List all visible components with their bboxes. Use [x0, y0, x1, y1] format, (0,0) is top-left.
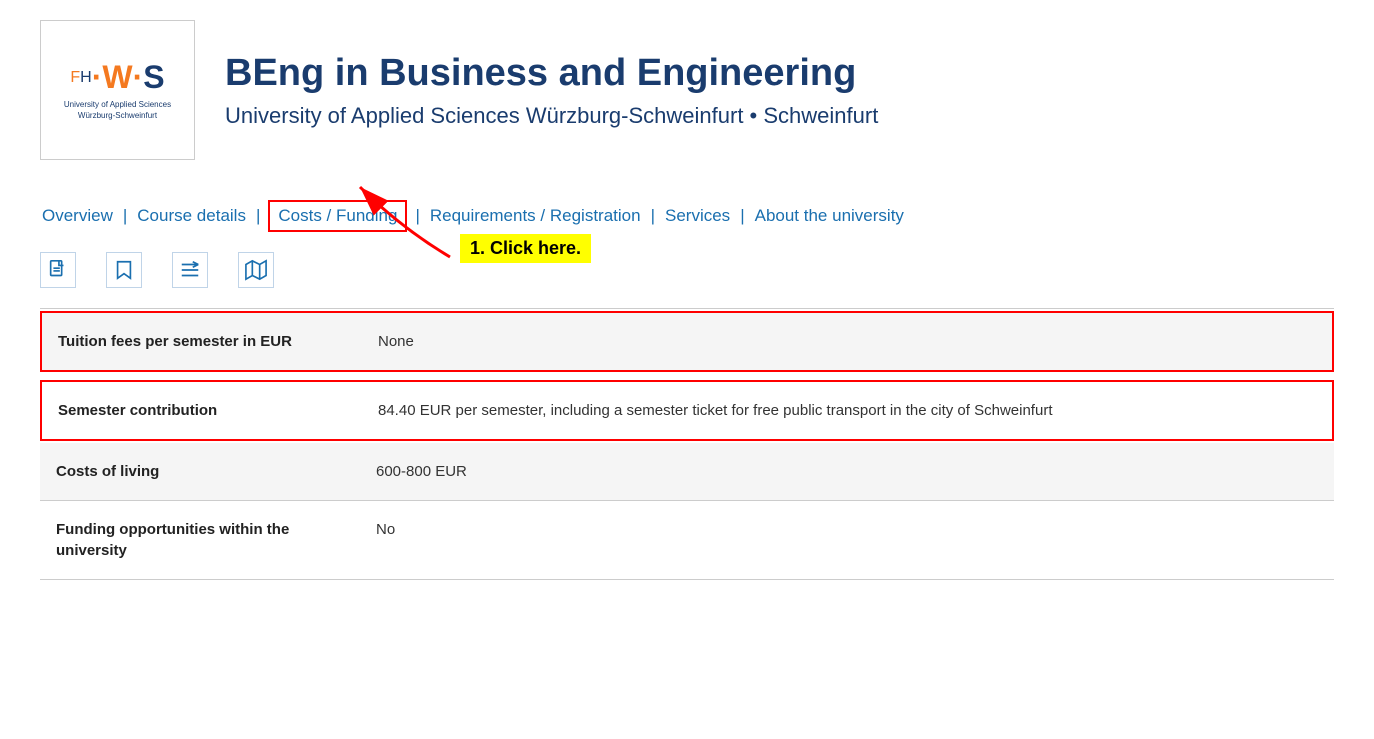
- icon-compare[interactable]: [172, 252, 208, 288]
- page-wrapper: F H · W · S University of Applied Scienc…: [0, 0, 1374, 739]
- col-value-funding: No: [360, 501, 1334, 579]
- logo-w: W: [102, 59, 132, 96]
- table-row: Funding opportunities within the univers…: [40, 501, 1334, 580]
- col-value-semester: 84.40 EUR per semester, including a seme…: [362, 382, 1332, 439]
- nav-sep-2: |: [256, 206, 260, 226]
- divider: [40, 308, 1334, 309]
- nav-bar: Overview | Course details | Costs / Fund…: [40, 200, 1334, 232]
- click-here-label: 1. Click here.: [460, 234, 591, 263]
- logo-dot: ·: [92, 59, 103, 96]
- nav-overview[interactable]: Overview: [40, 202, 115, 230]
- logo-dot2: ·: [133, 59, 144, 96]
- table-row: Tuition fees per semester in EUR None: [40, 311, 1334, 372]
- logo-f: F: [70, 69, 80, 87]
- logo-s: S: [143, 59, 164, 96]
- nav-course-details[interactable]: Course details: [135, 202, 248, 230]
- icon-map[interactable]: [238, 252, 274, 288]
- page-subtitle: University of Applied Sciences Würzburg-…: [225, 103, 878, 129]
- col-value-tuition: None: [362, 313, 1332, 370]
- col-label-tuition: Tuition fees per semester in EUR: [42, 313, 362, 370]
- logo-h: H: [80, 69, 92, 87]
- nav-sep-4: |: [651, 206, 655, 226]
- page-title: BEng in Business and Engineering: [225, 52, 878, 95]
- table-row: Semester contribution 84.40 EUR per seme…: [40, 380, 1334, 441]
- logo: F H · W · S University of Applied Scienc…: [40, 20, 195, 160]
- header: F H · W · S University of Applied Scienc…: [40, 20, 1334, 170]
- icon-pdf[interactable]: [40, 252, 76, 288]
- col-label-living: Costs of living: [40, 443, 360, 500]
- icon-bookmark[interactable]: [106, 252, 142, 288]
- nav-services[interactable]: Services: [663, 202, 732, 230]
- nav-sep-1: |: [123, 206, 127, 226]
- nav-about[interactable]: About the university: [753, 202, 906, 230]
- table-section: Tuition fees per semester in EUR None Se…: [40, 311, 1334, 580]
- logo-subtitle: University of Applied Sciences Würzburg-…: [51, 100, 184, 121]
- annotation-arrow: 1. Click here.: [320, 177, 520, 267]
- col-label-funding: Funding opportunities within the univers…: [40, 501, 360, 579]
- col-label-semester: Semester contribution: [42, 382, 362, 439]
- icons-row: 1. Click here.: [40, 252, 1334, 288]
- nav-sep-5: |: [740, 206, 744, 226]
- header-text: BEng in Business and Engineering Univers…: [225, 52, 878, 129]
- col-value-living: 600-800 EUR: [360, 443, 1334, 500]
- table-row: Costs of living 600-800 EUR: [40, 443, 1334, 501]
